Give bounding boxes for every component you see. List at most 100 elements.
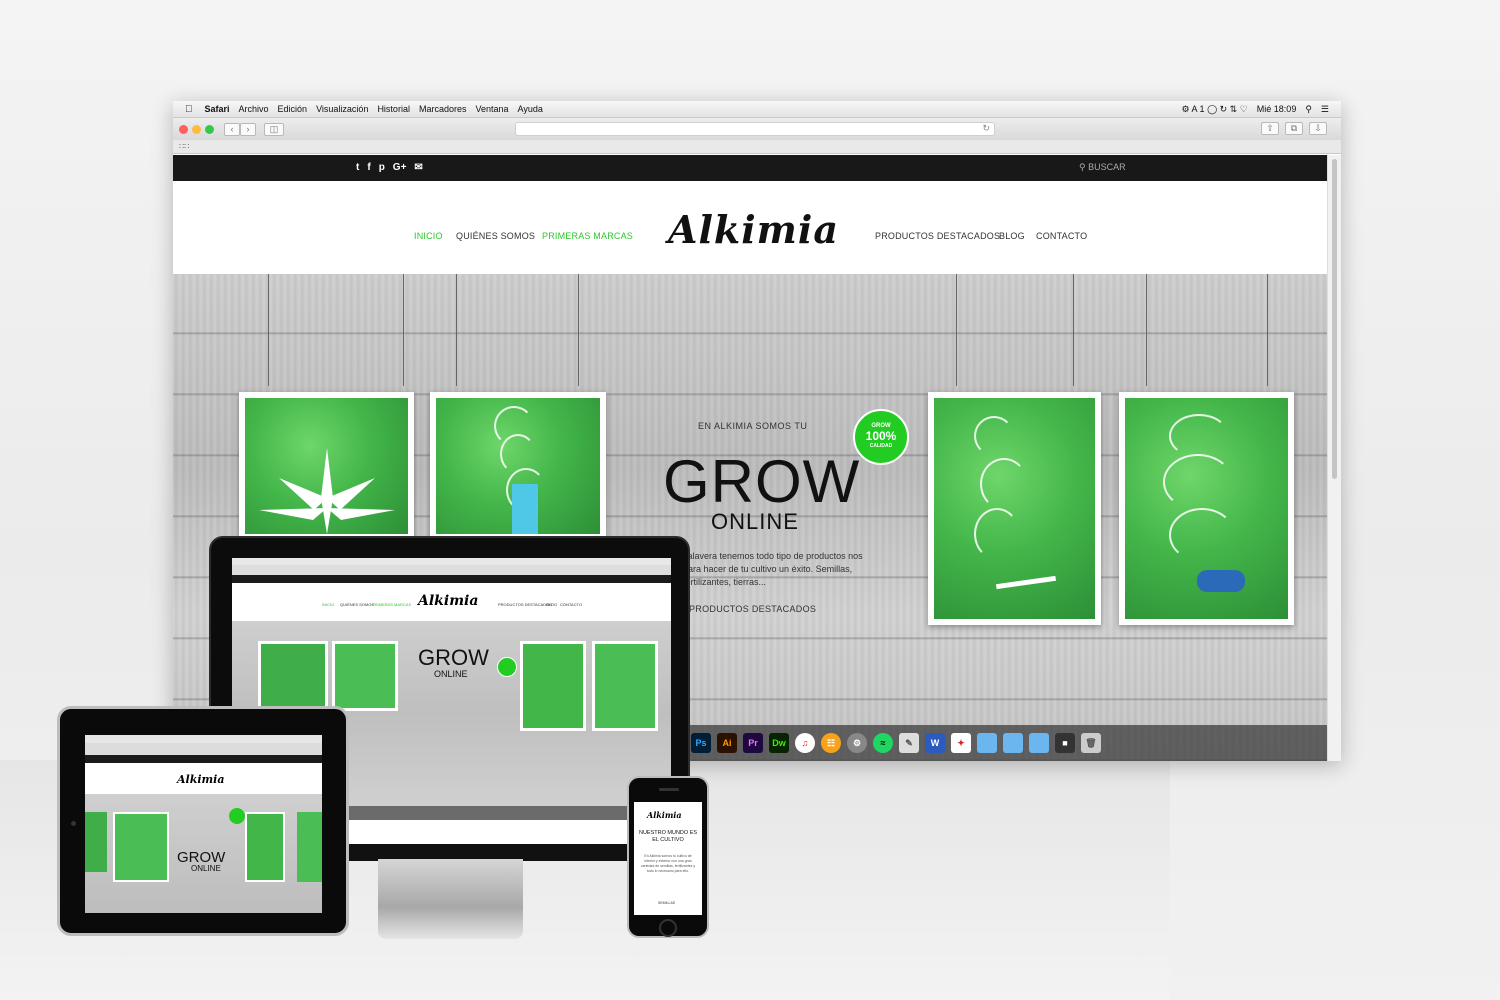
menu-ayuda[interactable]: Ayuda [518, 104, 543, 114]
mini-toolbar [232, 565, 671, 575]
nav-blog[interactable]: BLOG [999, 231, 1025, 241]
screenshot-icon[interactable]: ■ [1055, 733, 1075, 753]
nav-quienes-somos[interactable]: QUIÉNES SOMOS [456, 231, 535, 241]
word-icon[interactable]: W [925, 733, 945, 753]
menu-visualizacion[interactable]: Visualización [316, 104, 368, 114]
grid-icon[interactable]: ∷∷ [179, 142, 189, 151]
poster-smoke-pipe [430, 392, 606, 540]
hanging-wire [403, 274, 404, 386]
address-bar[interactable]: ↻ [515, 122, 995, 136]
hanging-wire [456, 274, 457, 386]
favorites-bar: ∷∷ [173, 140, 1341, 154]
reload-icon[interactable]: ↻ [982, 123, 990, 134]
system-preferences-icon[interactable]: ⚙ [847, 733, 867, 753]
folder-icon[interactable] [1029, 733, 1049, 753]
folder-icon[interactable] [1003, 733, 1023, 753]
blue-pipe [512, 484, 538, 534]
safari-toolbar: ‹ › ◫ ↻ ⇧ ⧉ ⇩ [173, 118, 1341, 140]
iphone-logo: Alkimia [647, 810, 682, 820]
hero-copy: Talavera tenemos todo tipo de productos … [683, 551, 863, 587]
nav-contacto[interactable]: CONTACTO [1036, 231, 1087, 241]
email-icon[interactable]: ✉ [414, 162, 422, 173]
hanging-wire [578, 274, 579, 386]
mini-poster [592, 641, 658, 731]
tabs-button[interactable]: ⧉ [1285, 122, 1303, 135]
menubar-clock[interactable]: Mié 18:09 [1257, 104, 1297, 114]
menu-marcadores[interactable]: Marcadores [419, 104, 467, 114]
hanging-wire [1073, 274, 1074, 386]
site-logo[interactable]: Alkimia [668, 207, 839, 252]
dreamweaver-icon[interactable]: Dw [769, 733, 789, 753]
pinterest-icon[interactable]: p [379, 162, 385, 173]
nav-inicio[interactable]: INICIO [414, 231, 443, 241]
mini-menubar [232, 558, 671, 565]
mac-menubar:  Safari Archivo Edición Visualización H… [173, 101, 1341, 118]
nav-productos-destacados[interactable]: PRODUCTOS DESTACADOS [875, 231, 1000, 241]
spotify-icon[interactable]: ≈ [873, 733, 893, 753]
minimize-window-button[interactable] [192, 124, 201, 134]
mini-poster [520, 641, 586, 731]
menu-historial[interactable]: Historial [377, 104, 410, 114]
nav-primeras-marcas[interactable]: PRIMERAS MARCAS [542, 231, 633, 241]
spotlight-icon[interactable]: ⚲ [1305, 104, 1312, 115]
mini-topbar [232, 575, 671, 583]
ipad-mockup: Alkimia GROW ONLINE [57, 706, 349, 936]
back-button[interactable]: ‹ [224, 122, 240, 136]
status-icons[interactable]: ⚙ A 1 ◯ ↻ ⇅ ♡ [1181, 104, 1247, 115]
mini-poster [332, 641, 398, 711]
photoshop-icon[interactable]: Ps [691, 733, 711, 753]
site-header: INICIO QUIÉNES SOMOS PRIMERAS MARCAS Alk… [173, 181, 1327, 274]
ipad-camera [71, 821, 76, 826]
cannabis-leaf-icon [259, 448, 395, 534]
menu-safari[interactable]: Safari [205, 104, 230, 114]
forward-button[interactable]: › [240, 122, 256, 136]
premiere-icon[interactable]: Pr [743, 733, 763, 753]
poster-smoke-pipe-large [1119, 392, 1294, 625]
iphone-screen: Alkimia NUESTRO MUNDO ES EL CULTIVO En A… [634, 802, 702, 915]
hero-products-link[interactable]: PRODUCTOS DESTACADOS [689, 604, 816, 614]
poster-cannabis-leaf [239, 392, 414, 540]
downloads-button[interactable]: ⇩ [1309, 122, 1327, 135]
iphone-copy: En Alkimia somos tu cultivo de interior … [640, 854, 696, 873]
itunes-icon[interactable]: ♫ [795, 733, 815, 753]
illustrator-icon[interactable]: Ai [717, 733, 737, 753]
menu-archivo[interactable]: Archivo [239, 104, 269, 114]
sidebar-toggle-button[interactable]: ◫ [264, 122, 284, 136]
imac-stand [378, 859, 523, 939]
menu-ventana[interactable]: Ventana [475, 104, 508, 114]
poster-art [934, 398, 1095, 619]
acrobat-icon[interactable]: ✦ [951, 733, 971, 753]
blue-pipe [1197, 570, 1245, 592]
hanging-wire [1146, 274, 1147, 386]
mini-dock [342, 806, 671, 820]
ipad-subheadline: ONLINE [191, 864, 221, 873]
close-window-button[interactable] [179, 124, 188, 134]
preview-icon[interactable]: ✎ [899, 733, 919, 753]
mac-dock: Ps Ai Pr Dw ♫ ☷ ⚙ ≈ ✎ W ✦ ■ 🗑 [683, 725, 1341, 761]
page-scrollbar[interactable] [1327, 155, 1341, 761]
trash-icon[interactable]: 🗑 [1081, 733, 1101, 753]
share-button[interactable]: ⇧ [1261, 122, 1279, 135]
iphone-speaker [659, 788, 679, 791]
hanging-wire [268, 274, 269, 386]
zoom-window-button[interactable] [205, 124, 214, 134]
search-link[interactable]: ⚲ BUSCAR [1079, 162, 1126, 173]
poster-art [1125, 398, 1288, 619]
google-plus-icon[interactable]: G+ [393, 162, 407, 173]
apple-icon[interactable]:  [185, 104, 193, 115]
poster-art [436, 398, 600, 534]
iphone-seeds-button: SEMILLAS [658, 901, 676, 905]
social-links: t f p G+ ✉ [356, 162, 423, 173]
quality-badge: GROW 100% CALIDAD [853, 409, 909, 465]
twitter-icon[interactable]: t [356, 162, 359, 173]
iphone-home-button [659, 919, 677, 937]
mini-badge [497, 657, 517, 677]
folder-icon[interactable] [977, 733, 997, 753]
facebook-icon[interactable]: f [367, 162, 370, 173]
ibooks-icon[interactable]: ☷ [821, 733, 841, 753]
poster-art [245, 398, 408, 534]
menu-edicion[interactable]: Edición [278, 104, 308, 114]
notification-list-icon[interactable]: ☰ [1321, 104, 1329, 115]
hero-eyebrow: EN ALKIMIA SOMOS TU [698, 421, 808, 431]
mini-poster [258, 641, 328, 711]
